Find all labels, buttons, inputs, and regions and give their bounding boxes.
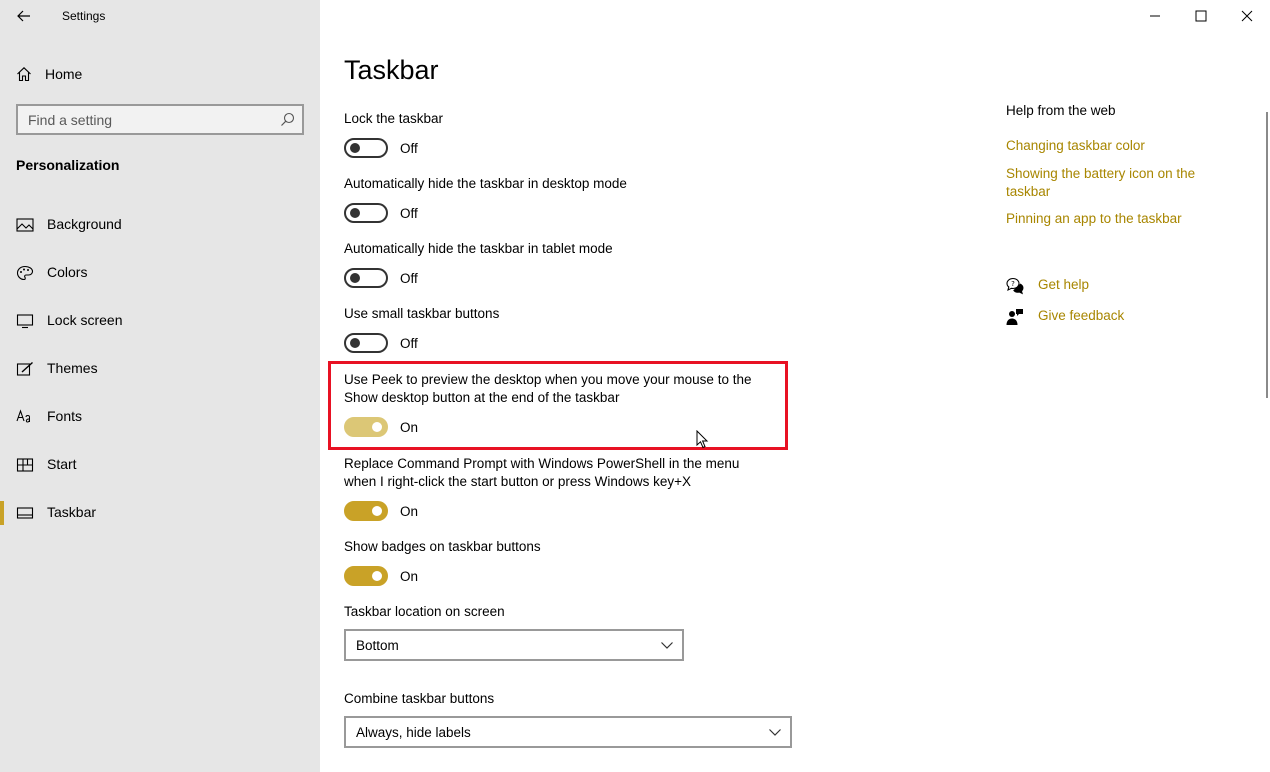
toggle-switch[interactable] [344, 138, 388, 158]
combine-dropdown[interactable]: Always, hide labels [344, 716, 792, 748]
taskbar-icon [16, 507, 34, 519]
powershell-toggle[interactable]: On [344, 501, 418, 521]
home-nav[interactable]: Home [16, 62, 306, 86]
toggle-state: On [400, 503, 419, 519]
setting-label: Show badges on taskbar buttons [344, 539, 541, 554]
toggle-switch[interactable] [344, 501, 388, 521]
small-buttons-toggle[interactable]: Off [344, 333, 418, 353]
sidebar-item-label: Fonts [47, 408, 83, 424]
search-input[interactable] [28, 111, 278, 128]
start-icon [16, 458, 34, 472]
sidebar-item-fonts[interactable]: Fonts [0, 393, 320, 441]
sidebar: Settings Home Personalization Background… [0, 0, 320, 772]
toggle-switch[interactable] [344, 333, 388, 353]
sidebar-item-colors[interactable]: Colors [0, 249, 320, 297]
autohide-tablet-toggle[interactable]: Off [344, 268, 418, 288]
setting-label: Use small taskbar buttons [344, 306, 500, 321]
toggle-switch[interactable] [344, 268, 388, 288]
dropdown-value: Always, hide labels [356, 724, 471, 740]
toggle-knob [372, 422, 382, 432]
section-title: Personalization [16, 157, 120, 173]
get-help-label: Get help [1038, 277, 1090, 292]
setting-label: Automatically hide the taskbar in deskto… [344, 176, 627, 191]
sidebar-item-label: Colors [47, 264, 88, 280]
search-icon[interactable] [280, 112, 295, 127]
setting-label: Lock the taskbar [344, 111, 444, 126]
toggle-switch[interactable] [344, 203, 388, 223]
toggle-knob [350, 338, 360, 348]
maximize-button[interactable] [1178, 0, 1224, 32]
toggle-state: Off [400, 205, 418, 221]
toggle-switch[interactable] [344, 417, 388, 437]
font-icon [16, 409, 30, 423]
minimize-button[interactable] [1132, 0, 1178, 32]
sidebar-item-lock-screen[interactable]: Lock screen [0, 297, 320, 345]
chat-help-icon: ? [1006, 277, 1024, 295]
palette-icon [16, 265, 34, 281]
monitor-icon [16, 314, 34, 329]
home-icon [17, 67, 31, 82]
sidebar-item-label: Lock screen [47, 312, 123, 328]
give-feedback-label: Give feedback [1038, 308, 1125, 323]
feedback-icon [1006, 309, 1023, 325]
toggle-knob [372, 506, 382, 516]
home-label: Home [45, 66, 83, 82]
toggle-knob [372, 571, 382, 581]
toggle-knob [350, 143, 360, 153]
sidebar-item-label: Taskbar [47, 504, 97, 520]
app-title: Settings [62, 9, 106, 23]
back-arrow-icon [17, 10, 30, 22]
sidebar-item-label: Start [47, 456, 77, 472]
image-icon [16, 218, 34, 232]
sidebar-item-background[interactable]: Background [0, 201, 320, 249]
toggle-state: Off [400, 140, 418, 156]
main-content: Taskbar Lock the taskbar Off Automatical… [320, 0, 1270, 772]
toggle-state: Off [400, 270, 418, 286]
chevron-down-icon [661, 642, 673, 649]
toggle-state: On [400, 568, 419, 584]
dropdown-value: Bottom [356, 637, 399, 653]
brush-icon [16, 361, 33, 376]
peek-toggle[interactable]: On [344, 417, 418, 437]
minimize-icon [1150, 15, 1160, 17]
badges-toggle[interactable]: On [344, 566, 418, 586]
help-title: Help from the web [1006, 103, 1116, 118]
close-button[interactable] [1224, 0, 1270, 32]
combine-label: Combine taskbar buttons [344, 691, 495, 706]
toggle-state: Off [400, 335, 418, 351]
scrollbar[interactable] [1266, 112, 1268, 398]
setting-label: Automatically hide the taskbar in tablet… [344, 241, 613, 256]
lock-taskbar-toggle[interactable]: Off [344, 138, 418, 158]
active-indicator [0, 501, 4, 525]
toggle-state: On [400, 419, 419, 435]
autohide-desktop-toggle[interactable]: Off [344, 203, 418, 223]
sidebar-item-themes[interactable]: Themes [0, 345, 320, 393]
setting-label: Replace Command Prompt with Windows Powe… [344, 456, 740, 489]
toggle-switch[interactable] [344, 566, 388, 586]
maximize-icon [1195, 10, 1207, 22]
back-button[interactable] [8, 1, 40, 31]
help-link-pinning[interactable]: Pinning an app to the taskbar [1006, 210, 1216, 228]
chevron-down-icon [769, 729, 781, 736]
mouse-cursor-icon [696, 430, 709, 449]
sidebar-item-taskbar[interactable]: Taskbar [0, 489, 320, 537]
close-icon [1241, 10, 1253, 22]
help-link-taskbar-color[interactable]: Changing taskbar color [1006, 137, 1216, 155]
search-box[interactable] [16, 104, 304, 135]
sidebar-item-label: Background [47, 216, 122, 232]
toggle-knob [350, 273, 360, 283]
location-dropdown[interactable]: Bottom [344, 629, 684, 661]
svg-text:?: ? [1011, 280, 1015, 288]
toggle-knob [350, 208, 360, 218]
setting-label: Use Peek to preview the desktop when you… [344, 372, 752, 405]
page-title: Taskbar [344, 55, 439, 85]
sidebar-item-start[interactable]: Start [0, 441, 320, 489]
sidebar-item-label: Themes [47, 360, 98, 376]
help-link-battery-icon[interactable]: Showing the battery icon on the taskbar [1006, 165, 1216, 201]
location-label: Taskbar location on screen [344, 604, 505, 619]
